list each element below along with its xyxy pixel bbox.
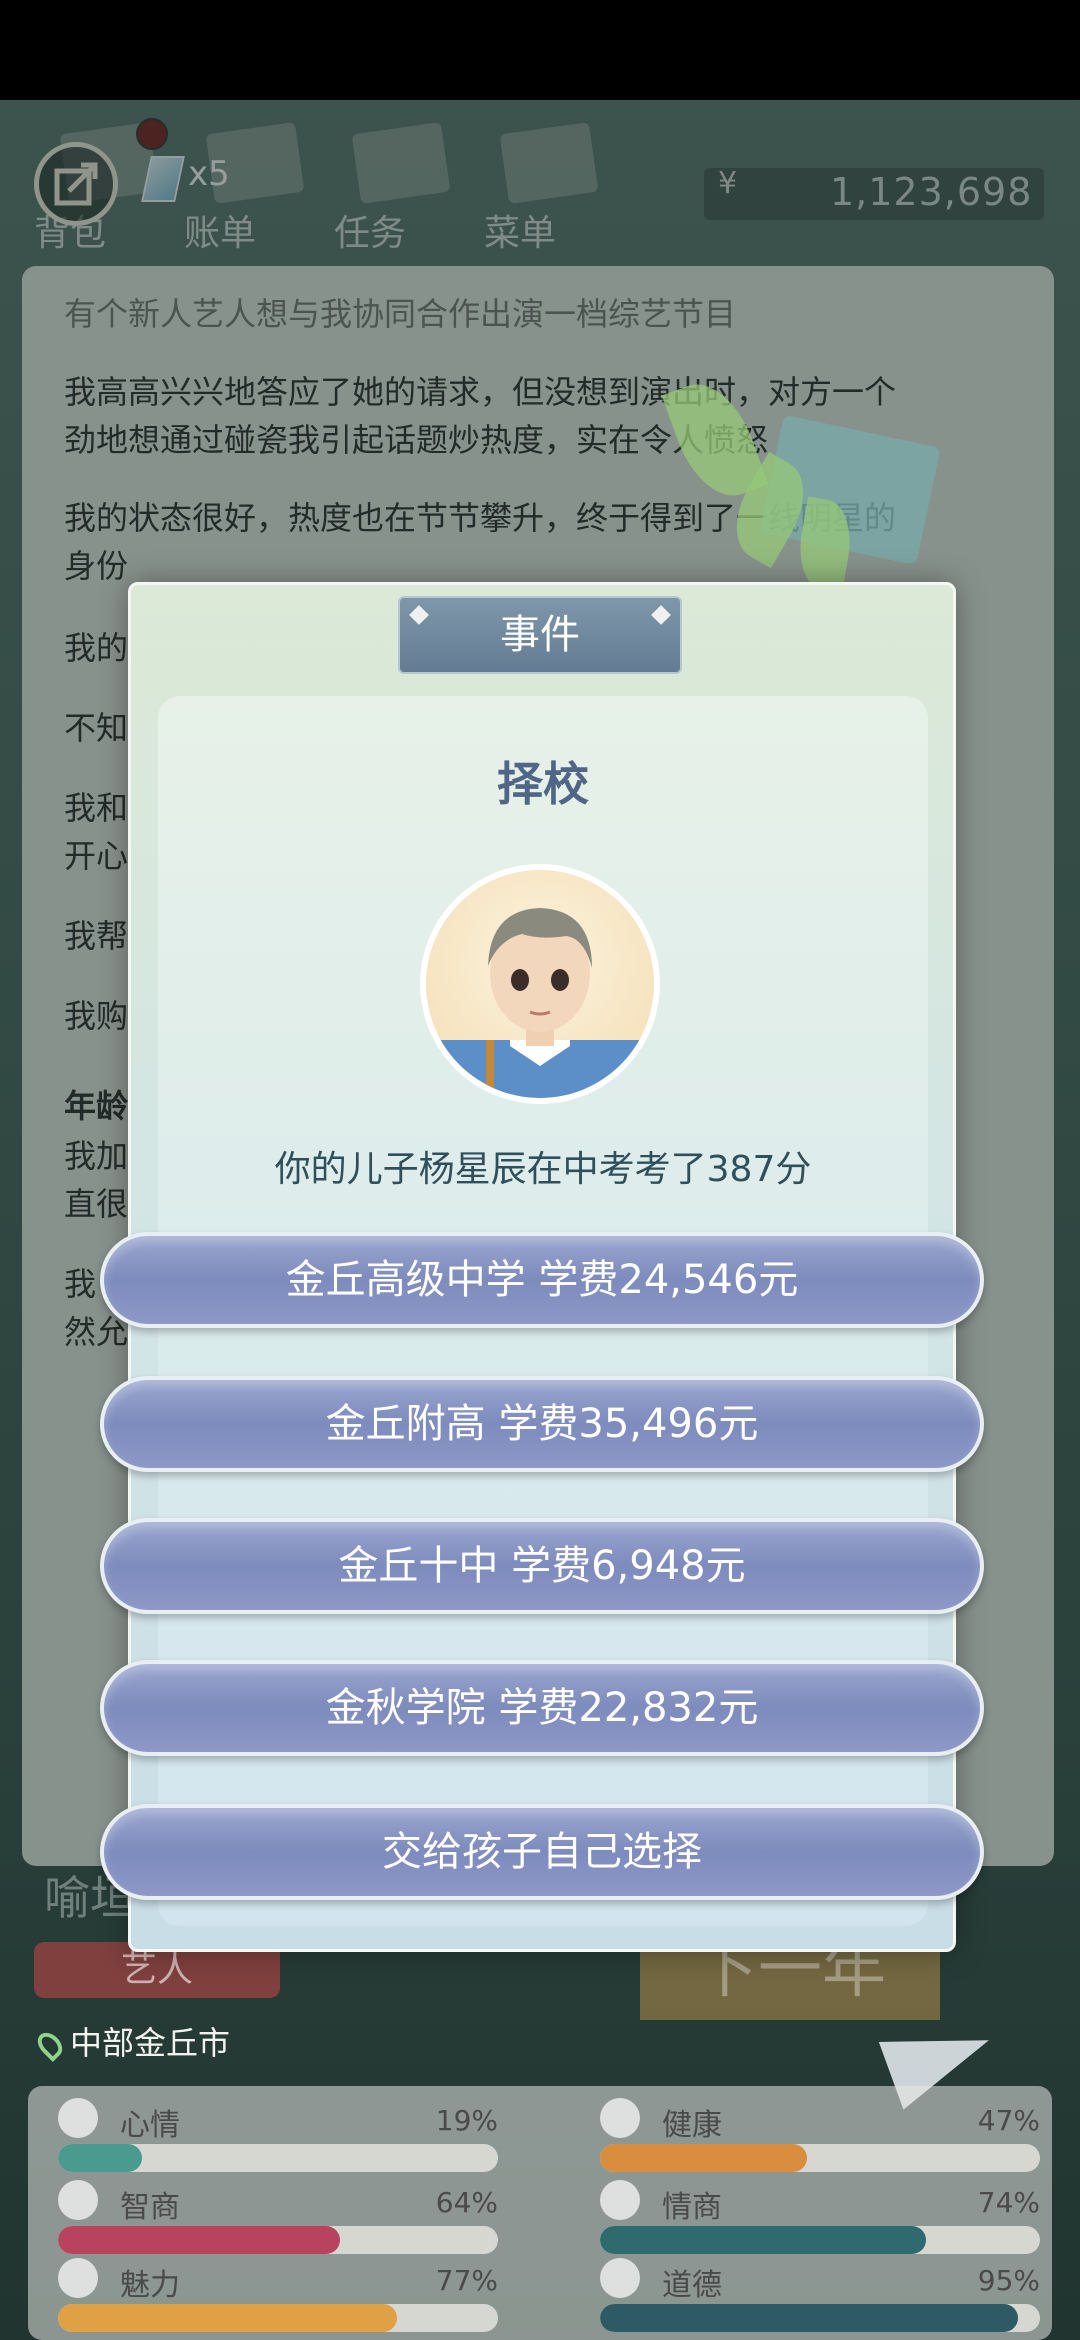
stat-value: 47% xyxy=(977,2104,1040,2137)
stat-value: 95% xyxy=(977,2264,1040,2297)
choice-button-school-2[interactable]: 金丘附高 学费35,496元 xyxy=(100,1376,984,1472)
choice-button-let-child-choose[interactable]: 交给孩子自己选择 xyxy=(100,1804,984,1900)
event-tab: 事件 xyxy=(398,596,682,674)
stat-value: 64% xyxy=(435,2186,498,2219)
choice-button-school-4[interactable]: 金秋学院 学费22,832元 xyxy=(100,1660,984,1756)
stat-eq: 情商 74% xyxy=(600,2176,1040,2254)
stat-bar xyxy=(58,2304,498,2332)
smile-icon xyxy=(58,2098,98,2138)
event-description: 你的儿子杨星辰在中考考了387分 xyxy=(274,1149,812,1190)
stat-label: 健康 xyxy=(662,2108,722,2143)
scales-icon xyxy=(600,2258,640,2298)
stat-charm: 魅力 77% xyxy=(58,2254,498,2332)
event-title: 择校 xyxy=(497,757,589,811)
stat-mood: 心情 19% xyxy=(58,2094,498,2172)
stat-label: 智商 xyxy=(120,2190,180,2225)
stat-fill xyxy=(58,2304,397,2332)
choice-button-school-3[interactable]: 金丘十中 学费6,948元 xyxy=(100,1518,984,1614)
status-bar xyxy=(0,0,1080,100)
stat-fill xyxy=(600,2144,807,2172)
diamond-icon xyxy=(651,605,671,625)
stat-label: 魅力 xyxy=(120,2268,180,2303)
boy-portrait-icon xyxy=(426,908,654,1098)
lightbulb-icon xyxy=(58,2180,98,2220)
stat-bar xyxy=(58,2144,498,2172)
stat-label: 道德 xyxy=(662,2268,722,2303)
sparkle-icon xyxy=(58,2258,98,2298)
stat-label: 心情 xyxy=(120,2108,180,2143)
stat-label: 情商 xyxy=(662,2190,722,2225)
stat-morality: 道德 95% xyxy=(600,2254,1040,2332)
stat-value: 77% xyxy=(435,2264,498,2297)
stat-bar xyxy=(600,2144,1040,2172)
event-tab-label: 事件 xyxy=(500,612,580,658)
stat-fill xyxy=(600,2304,1018,2332)
stat-fill xyxy=(58,2144,142,2172)
heart-icon xyxy=(600,2098,640,2138)
stat-bar xyxy=(600,2304,1040,2332)
stat-value: 19% xyxy=(435,2104,498,2137)
stat-fill xyxy=(58,2226,340,2254)
stat-value: 74% xyxy=(977,2186,1040,2219)
stat-iq: 智商 64% xyxy=(58,2176,498,2254)
child-avatar xyxy=(420,864,660,1104)
stat-bar xyxy=(600,2226,1040,2254)
diamond-icon xyxy=(409,605,429,625)
location-label: 中部金丘市 xyxy=(70,2024,231,2062)
choice-button-school-1[interactable]: 金丘高级中学 学费24,546元 xyxy=(100,1232,984,1328)
stat-bar xyxy=(58,2226,498,2254)
stat-fill xyxy=(600,2226,926,2254)
stat-health: 健康 47% xyxy=(600,2094,1040,2172)
apple-icon xyxy=(600,2180,640,2220)
location: 中部金丘市 xyxy=(33,2018,231,2064)
